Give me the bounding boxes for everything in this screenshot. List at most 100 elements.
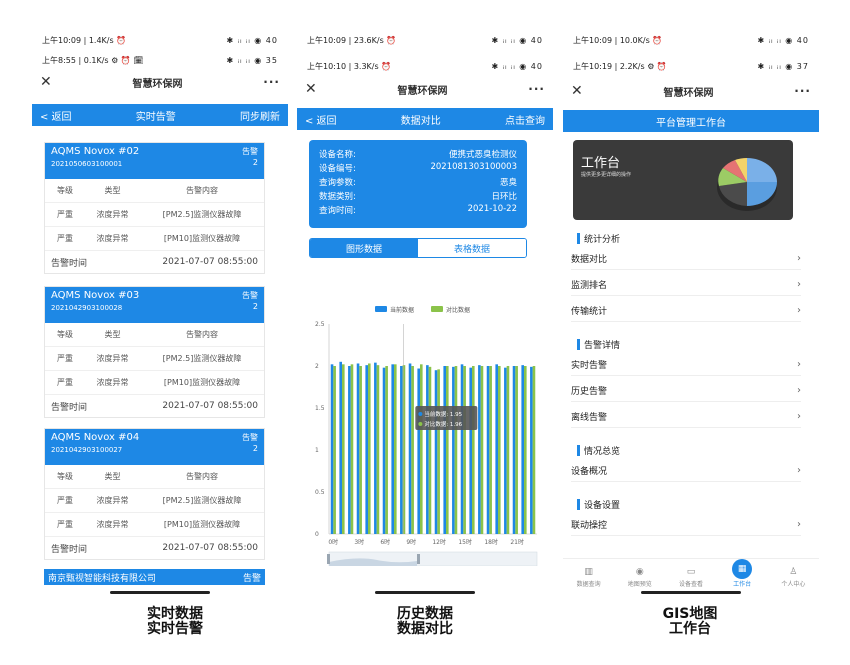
menu-item-linkage-control[interactable]: 联动操控 › — [571, 514, 801, 536]
status-icons: ✱ ᵢₗ ᵢₗ ◉ 40 — [757, 35, 809, 45]
menu-item-device-overview[interactable]: 设备概况 › — [571, 460, 801, 482]
page-title: 实时告警 — [135, 111, 176, 123]
company-name: 南京甄视智能科技有限公司 — [48, 573, 157, 584]
bar — [521, 365, 524, 534]
user-icon: ♙ — [789, 567, 798, 577]
back-button[interactable]: < 返回 — [40, 108, 72, 123]
query-button[interactable]: 点击查询 — [505, 112, 545, 127]
status-time: 上午8:55 | 0.1K/s ⚙ ⏰ 🗓 — [42, 55, 144, 65]
bar — [469, 367, 472, 534]
tooltip-compare: 对比数据: 1.96 — [424, 420, 462, 428]
status-bar-back: 上午10:09 | 10.0K/s ⏰ ✱ ᵢₗ ᵢₗ ◉ 40 — [563, 30, 819, 50]
bar — [402, 365, 406, 534]
bar — [385, 366, 388, 534]
status-bar-front: 上午10:10 | 3.3K/s ⏰ ✱ ᵢₗ ᵢₗ ◉ 40 — [297, 56, 553, 76]
tab-device-view[interactable]: ▭ 设备查看 — [669, 567, 713, 588]
tab-profile[interactable]: ♙ 个人中心 — [771, 567, 815, 588]
status-icons: ✱ ᵢₗ ᵢₗ ◉ 40 — [491, 61, 543, 71]
device-code: 2021050603100001 — [51, 160, 123, 168]
back-button[interactable]: < 返回 — [305, 112, 337, 127]
menu-item-transfer-stats[interactable]: 传输统计 › — [571, 300, 801, 322]
tab-data-query[interactable]: ▥ 数据查询 — [567, 567, 611, 588]
tab-chart-data[interactable]: 图形数据 — [310, 239, 418, 257]
app-title: 智慧环保网 — [663, 87, 714, 99]
grid-icon: ▦ — [732, 559, 753, 579]
y-tick-label: 0.5 — [315, 489, 325, 496]
bar — [480, 366, 484, 534]
tab-workbench[interactable]: ▦ 工作台 — [720, 559, 764, 588]
page-title: 数据对比 — [400, 115, 441, 127]
more-icon[interactable]: ··· — [263, 75, 280, 89]
compare-bar-chart[interactable]: 当前数据 对比数据 0 0.5 1 1.5 2 2.5 0时 3时 6时 9时 12时 15时 18时 21时… — [297, 266, 553, 566]
info-row: 设备名称: 便携式恶臭检测仪 — [319, 150, 517, 160]
bar — [489, 366, 492, 534]
chevron-right-icon: › — [797, 411, 801, 422]
workbench-title: 工作台 — [581, 156, 621, 171]
bar — [426, 365, 429, 534]
bar — [339, 361, 342, 534]
status-icons: ✱ ᵢₗ ᵢₗ ◉ 35 — [226, 55, 278, 65]
menu-item-realtime-alarm[interactable]: 实时告警 › — [571, 354, 801, 376]
view-toggle: 图形数据 表格数据 — [309, 238, 527, 258]
x-tick-label: 6时 — [380, 538, 390, 546]
bar — [486, 366, 490, 534]
bar — [512, 366, 516, 534]
close-icon[interactable]: ✕ — [40, 74, 52, 90]
bar — [463, 366, 466, 534]
table-row: 严重 浓度异常 [PM10]监测仪器故障 — [45, 513, 264, 537]
legend-swatch — [375, 306, 387, 312]
bar — [460, 364, 464, 534]
bar — [330, 364, 334, 534]
status-time: 上午10:19 | 2.2K/s ⚙ ⏰ — [573, 61, 667, 71]
bottom-tab-bar: ▥ 数据查询 ◉ 地图预览 ▭ 设备查看 ▦ 工作台 ♙ 个人中心 — [563, 558, 819, 588]
menu-item-offline-alarm[interactable]: 离线告警 › — [571, 406, 801, 428]
table-header: 等级 类型 告警内容 — [45, 465, 264, 489]
alarm-card[interactable]: AQMS Novox #03 2021042903100028 告警 2 等级 类型… — [44, 286, 265, 418]
close-icon[interactable]: ✕ — [571, 83, 583, 99]
bar — [446, 366, 449, 534]
menu-item-data-compare[interactable]: 数据对比 › — [571, 248, 801, 270]
x-tick-label: 18时 — [484, 538, 498, 546]
company-card[interactable]: 南京甄视智能科技有限公司 告警 — [44, 569, 265, 585]
more-icon[interactable]: ··· — [528, 82, 545, 96]
bar — [506, 366, 510, 534]
alarm-card-header: AQMS Novox #03 2021042903100028 告警 2 — [45, 287, 264, 323]
chevron-right-icon: › — [797, 465, 801, 476]
bar — [420, 364, 423, 534]
y-tick-label: 2.5 — [315, 321, 325, 328]
close-icon[interactable]: ✕ — [305, 81, 317, 97]
zoom-handle-left — [327, 554, 330, 564]
workbench-card: 工作台 提供更多更详细的操作 — [573, 140, 793, 220]
status-bar-front: 上午10:19 | 2.2K/s ⚙ ⏰ ✱ ᵢₗ ᵢₗ ◉ 37 — [563, 56, 819, 76]
zoom-handle-right — [417, 554, 420, 564]
device-code: 2021042903100028 — [51, 304, 123, 312]
table-header: 等级 类型 告警内容 — [45, 179, 264, 203]
y-tick-label: 1 — [315, 447, 319, 454]
caption-1: 实时数据 实时告警 — [147, 606, 203, 637]
device-name: AQMS Novox #02 — [51, 146, 140, 157]
status-icons: ✱ ᵢₗ ᵢₗ ◉ 40 — [491, 35, 543, 45]
tooltip-current: 当前数据: 1.95 — [424, 410, 462, 418]
chevron-right-icon: › — [797, 385, 801, 396]
bar — [515, 366, 518, 534]
phone-workbench: 上午10:09 | 10.0K/s ⏰ ✱ ᵢₗ ᵢₗ ◉ 40 上午10:19… — [563, 30, 819, 600]
status-time: 上午10:09 | 1.4K/s ⏰ — [42, 35, 127, 45]
menu-item-monitor-rank[interactable]: 监测排名 › — [571, 274, 801, 296]
alarm-card[interactable]: AQMS Novox #04 2021042903100027 告警 2 等级 类型… — [44, 428, 265, 560]
legend-swatch — [431, 306, 443, 312]
bar — [365, 365, 368, 534]
alarm-card[interactable]: AQMS Novox #02 2021050603100001 告警 2 等级 类型… — [44, 142, 265, 274]
chevron-right-icon: › — [797, 253, 801, 264]
bar — [411, 366, 414, 534]
bar — [356, 363, 360, 534]
more-icon[interactable]: ··· — [794, 84, 811, 98]
menu-item-history-alarm[interactable]: 历史告警 › — [571, 380, 801, 402]
status-bar-back: 上午10:09 | 1.4K/s ⏰ ✱ ᵢₗ ᵢₗ ◉ 40 — [32, 30, 288, 50]
y-tick-label: 2 — [315, 363, 319, 370]
chevron-right-icon: › — [797, 519, 801, 530]
bar — [443, 366, 446, 534]
tab-table-data[interactable]: 表格数据 — [418, 239, 526, 257]
alarm-card-header: AQMS Novox #04 2021042903100027 告警 2 — [45, 429, 264, 465]
sync-refresh-button[interactable]: 同步刷新 — [240, 108, 280, 123]
tab-map-preview[interactable]: ◉ 地图预览 — [618, 567, 662, 588]
